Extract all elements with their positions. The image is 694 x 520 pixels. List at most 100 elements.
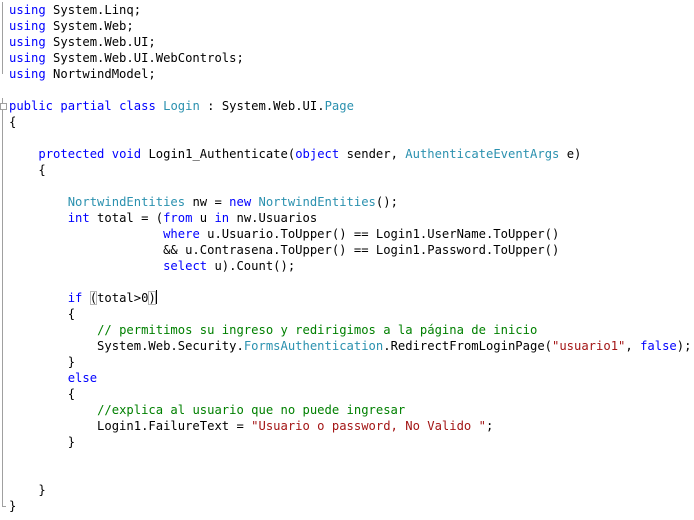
- text-token: u).Count();: [207, 259, 296, 273]
- code-line-text: }: [9, 354, 75, 370]
- text-token: System.Web.UI;: [45, 35, 156, 49]
- keyword-token: using: [9, 67, 46, 81]
- code-line[interactable]: [0, 130, 694, 146]
- code-line[interactable]: else: [0, 370, 694, 386]
- text-token: sender,: [339, 147, 406, 161]
- code-line-text: {: [9, 386, 75, 402]
- code-editor[interactable]: using System.Linq; using System.Web; using…: [0, 0, 694, 520]
- code-line-text: using NortwindModel;: [9, 66, 156, 82]
- code-line-text: //explica al usuario que no puede ingres…: [9, 402, 405, 418]
- code-line-text: NortwindEntities nw = new NortwindEntiti…: [9, 194, 398, 210]
- text-token: System.Linq;: [45, 3, 142, 17]
- code-line-text: if (total>0): [9, 290, 157, 306]
- code-line[interactable]: int total = (from u in nw.Usuarios: [0, 210, 694, 226]
- code-line[interactable]: System.Web.Security.FormsAuthentication.…: [0, 338, 694, 354]
- keyword-token: from: [163, 211, 193, 225]
- code-line[interactable]: protected void Login1_Authenticate(objec…: [0, 146, 694, 162]
- code-line[interactable]: [0, 178, 694, 194]
- code-line[interactable]: }: [0, 354, 694, 370]
- comment-token: //explica al usuario que no puede ingres…: [97, 403, 406, 417]
- type-token: Page: [324, 99, 354, 113]
- code-line[interactable]: using NortwindModel;: [0, 66, 694, 82]
- code-line[interactable]: }: [0, 482, 694, 498]
- keyword-token: using: [9, 35, 46, 49]
- keyword-token: where: [163, 227, 200, 241]
- code-line[interactable]: using System.Web.UI.WebControls;: [0, 50, 694, 66]
- keyword-token: partial: [60, 99, 112, 113]
- text-token: e): [559, 147, 582, 161]
- text-token: .RedirectFromLoginPage(: [383, 339, 552, 353]
- code-line-text: }: [9, 498, 16, 514]
- code-line-text: {: [9, 306, 75, 322]
- text-token: && u.Contrasena.ToUpper() == Login1.Pass…: [9, 243, 560, 257]
- code-line[interactable]: // permitimos su ingreso y redirigimos a…: [0, 322, 694, 338]
- type-token: NortwindEntities: [258, 195, 376, 209]
- code-line-text: {: [9, 114, 16, 130]
- keyword-token: select: [163, 259, 208, 273]
- code-line[interactable]: {: [0, 114, 694, 130]
- code-line[interactable]: && u.Contrasena.ToUpper() == Login1.Pass…: [0, 242, 694, 258]
- brace-match-token: ): [148, 291, 156, 305]
- keyword-token: using: [9, 3, 46, 17]
- keyword-token: in: [214, 211, 230, 225]
- text-token: Login1.FailureText =: [9, 419, 252, 433]
- keyword-token: new: [229, 195, 252, 209]
- type-token: NortwindEntities: [67, 195, 186, 209]
- code-area[interactable]: using System.Linq; using System.Web; using…: [0, 2, 694, 514]
- type-token: Login: [163, 99, 200, 113]
- code-line[interactable]: {: [0, 162, 694, 178]
- text-token: u.Usuario.ToUpper() == Login1.UserName.T…: [199, 227, 560, 241]
- text-token: NortwindModel;: [45, 67, 156, 81]
- code-line-text: using System.Web.UI;: [9, 34, 156, 50]
- code-line[interactable]: using System.Linq;: [0, 2, 694, 18]
- code-line-text: protected void Login1_Authenticate(objec…: [9, 146, 581, 162]
- code-line[interactable]: select u).Count();: [0, 258, 694, 274]
- text-token: nw =: [185, 195, 230, 209]
- string-token: "Usuario o password, No Valido ": [251, 419, 486, 433]
- code-line[interactable]: [0, 82, 694, 98]
- code-line[interactable]: using System.Web.UI;: [0, 34, 694, 50]
- code-line[interactable]: Login1.FailureText = "Usuario o password…: [0, 418, 694, 434]
- code-line[interactable]: {: [0, 306, 694, 322]
- code-line-text: Login1.FailureText = "Usuario o password…: [9, 418, 493, 434]
- code-line[interactable]: NortwindEntities nw = new NortwindEntiti…: [0, 194, 694, 210]
- text-token: ,: [625, 339, 641, 353]
- code-line[interactable]: if (total>0): [0, 290, 694, 306]
- text-token: System.Web;: [45, 19, 134, 33]
- keyword-token: using: [9, 51, 46, 65]
- keyword-token: false: [640, 339, 677, 353]
- code-line[interactable]: }: [0, 434, 694, 450]
- text-token: System.Web.Security.: [9, 339, 244, 353]
- text-token: nw.Usuarios: [229, 211, 318, 225]
- code-line[interactable]: using System.Web;: [0, 18, 694, 34]
- code-line-text: }: [9, 434, 75, 450]
- text-token: }: [9, 499, 17, 513]
- code-line[interactable]: [0, 274, 694, 290]
- code-line-text: using System.Web.UI.WebControls;: [9, 50, 244, 66]
- type-token: AuthenticateEventArgs: [405, 147, 560, 161]
- code-line[interactable]: //explica al usuario que no puede ingres…: [0, 402, 694, 418]
- keyword-token: int: [67, 211, 90, 225]
- keyword-token: void: [111, 147, 142, 161]
- text-token: u: [192, 211, 215, 225]
- text-caret: [155, 290, 157, 304]
- keyword-token: using: [9, 19, 46, 33]
- code-line-text: // permitimos su ingreso y redirigimos a…: [9, 322, 537, 338]
- code-line[interactable]: }: [0, 498, 694, 514]
- code-line[interactable]: where u.Usuario.ToUpper() == Login1.User…: [0, 226, 694, 242]
- code-line-text: public partial class Login : System.Web.…: [9, 98, 354, 114]
- keyword-token: protected: [38, 147, 105, 161]
- code-line-text: using System.Web;: [9, 18, 134, 34]
- code-line-text: where u.Usuario.ToUpper() == Login1.User…: [9, 226, 559, 242]
- code-line[interactable]: [0, 450, 694, 466]
- text-token: }: [9, 435, 76, 449]
- text-token: ;: [485, 419, 494, 433]
- code-line[interactable]: public partial class Login : System.Web.…: [0, 98, 694, 114]
- code-line[interactable]: [0, 466, 694, 482]
- code-line[interactable]: {: [0, 386, 694, 402]
